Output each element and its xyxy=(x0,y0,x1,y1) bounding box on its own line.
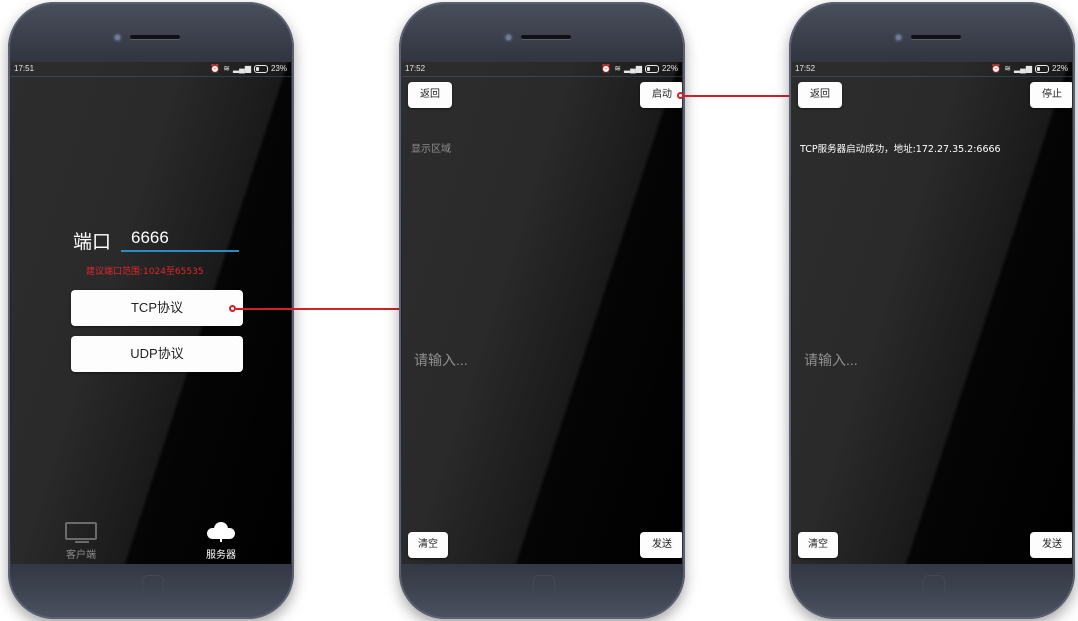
clear-button[interactable]: 清空 xyxy=(798,532,838,558)
status-icons: ⏰ ≋ ▂▄▆ 23% xyxy=(210,64,287,73)
port-range-hint: 建议端口范围:1024至65535 xyxy=(86,267,204,277)
home-button xyxy=(142,575,164,599)
phone-screen-1: 17:51 ⏰ ≋ ▂▄▆ 23% 端口 6666 建议端口范围:1024至65… xyxy=(11,62,291,564)
earpiece-speaker xyxy=(911,35,961,39)
cloud-icon xyxy=(205,522,237,542)
earpiece-speaker xyxy=(521,35,571,39)
alarm-icon: ⏰ xyxy=(601,64,612,73)
status-icons: ⏰ ≋ ▂▄▆ 22% xyxy=(601,64,678,73)
phone-screen-2: 17:52 ⏰ ≋ ▂▄▆ 22% 返回 启动 显示区域 请输入... 清空 发… xyxy=(402,62,682,564)
battery-percent: 23% xyxy=(270,64,287,73)
home-button xyxy=(923,575,945,599)
alarm-icon: ⏰ xyxy=(210,64,221,73)
port-input[interactable]: 6666 xyxy=(121,228,239,252)
monitor-icon xyxy=(65,522,97,543)
server-status-message: TCP服务器启动成功，地址:172.27.35.2:6666 xyxy=(800,144,1001,155)
status-bar: 17:51 ⏰ ≋ ▂▄▆ 23% xyxy=(11,62,291,77)
phone-screen-3: 17:52 ⏰ ≋ ▂▄▆ 22% 返回 停止 TCP服务器启动成功，地址:17… xyxy=(792,62,1072,564)
message-input[interactable]: 请输入... xyxy=(804,350,858,370)
connector-line-1 xyxy=(236,308,400,310)
phone-mockup-2: 17:52 ⏰ ≋ ▂▄▆ 22% 返回 启动 显示区域 请输入... 清空 发… xyxy=(399,2,685,619)
wifi-icon: ≋ xyxy=(614,64,621,73)
connector-dot-tcp xyxy=(229,305,236,312)
status-time: 17:51 xyxy=(14,64,35,73)
send-button[interactable]: 发送 xyxy=(1030,532,1072,558)
udp-protocol-button[interactable]: UDP协议 xyxy=(71,336,243,372)
front-camera xyxy=(506,35,511,40)
battery-icon xyxy=(644,64,659,73)
send-button[interactable]: 发送 xyxy=(640,532,682,558)
signal-icon: ▂▄▆ xyxy=(624,64,642,73)
connector-line-2 xyxy=(684,95,794,97)
status-time: 17:52 xyxy=(795,64,816,73)
wifi-icon: ≋ xyxy=(1004,64,1011,73)
home-button xyxy=(533,575,555,599)
front-camera xyxy=(115,35,120,40)
signal-icon: ▂▄▆ xyxy=(1014,64,1032,73)
signal-icon: ▂▄▆ xyxy=(233,64,251,73)
back-button[interactable]: 返回 xyxy=(408,82,452,108)
battery-icon xyxy=(1034,64,1049,73)
port-label: 端口 xyxy=(73,231,112,253)
battery-percent: 22% xyxy=(661,64,678,73)
status-bar: 17:52 ⏰ ≋ ▂▄▆ 22% xyxy=(792,62,1072,77)
phone-mockup-3: 17:52 ⏰ ≋ ▂▄▆ 22% 返回 停止 TCP服务器启动成功，地址:17… xyxy=(789,2,1075,619)
clear-button[interactable]: 清空 xyxy=(408,532,448,558)
tab-client[interactable]: 客户端 xyxy=(59,522,103,561)
earpiece-speaker xyxy=(130,35,180,39)
start-button[interactable]: 启动 xyxy=(640,82,682,108)
alarm-icon: ⏰ xyxy=(991,64,1002,73)
wifi-icon: ≋ xyxy=(223,64,230,73)
phone-mockup-1: 17:51 ⏰ ≋ ▂▄▆ 23% 端口 6666 建议端口范围:1024至65… xyxy=(8,2,294,619)
tab-server-label: 服务器 xyxy=(206,550,236,561)
battery-icon xyxy=(253,64,268,73)
display-area: 显示区域 xyxy=(411,144,451,155)
message-input[interactable]: 请输入... xyxy=(414,350,468,370)
status-time: 17:52 xyxy=(405,64,426,73)
battery-percent: 22% xyxy=(1051,64,1068,73)
back-button[interactable]: 返回 xyxy=(798,82,842,108)
stop-button[interactable]: 停止 xyxy=(1030,82,1072,108)
connector-dot-start xyxy=(677,92,684,99)
front-camera xyxy=(896,35,901,40)
status-icons: ⏰ ≋ ▂▄▆ 22% xyxy=(991,64,1068,73)
tab-client-label: 客户端 xyxy=(66,550,96,561)
status-bar: 17:52 ⏰ ≋ ▂▄▆ 22% xyxy=(402,62,682,77)
tab-server[interactable]: 服务器 xyxy=(199,522,243,561)
tcp-protocol-button[interactable]: TCP协议 xyxy=(71,290,243,326)
